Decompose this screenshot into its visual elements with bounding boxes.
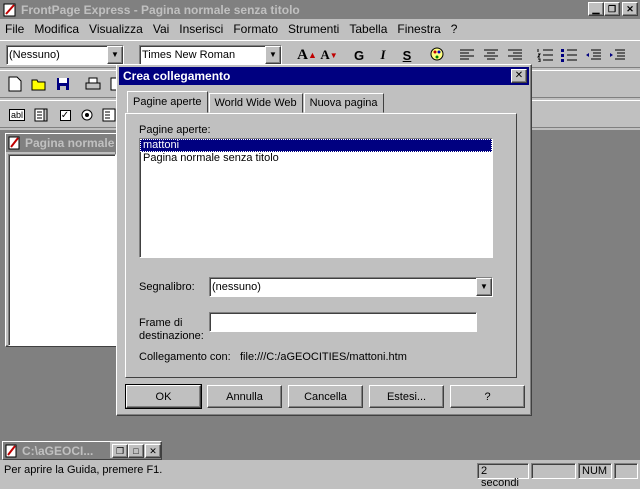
style-combo[interactable]: (Nessuno) ▼ [6,45,124,65]
app-titlebar: FrontPage Express - Pagina normale senza… [0,0,640,19]
help-button[interactable]: ? [450,385,525,408]
bold-icon[interactable]: G [348,44,370,66]
increase-font-icon[interactable]: A ▲ [296,44,318,66]
checkbox-field-icon[interactable]: ✓ [54,104,76,126]
decrease-indent-icon[interactable] [582,44,604,66]
bookmark-combo-value: (nessuno) [212,281,261,293]
align-right-icon[interactable] [504,44,526,66]
menu-tabella[interactable]: Tabella [344,22,392,36]
target-frame-input[interactable] [209,312,477,332]
page-icon [5,444,17,457]
menu-finestra[interactable]: Finestra [392,22,445,36]
bullet-list-icon[interactable] [558,44,580,66]
text-color-icon[interactable] [426,44,448,66]
list-item[interactable]: mattoni [140,139,492,152]
frontpage-app-icon [3,3,16,16]
menu-modifica[interactable]: Modifica [29,22,84,36]
status-help-text: Per aprire la Guida, premere F1. [4,464,163,476]
align-center-icon[interactable] [480,44,502,66]
target-frame-label-line1: Frame di [139,317,183,329]
dialog-close-button[interactable]: ✕ [511,69,527,83]
create-link-dialog: Crea collegamento ✕ Pagine aperte World … [116,64,532,416]
clear-button[interactable]: Cancella [288,385,363,408]
maximize-button[interactable]: □ [128,443,144,458]
minimize-button[interactable]: ▁ [588,2,604,16]
menu-strumenti[interactable]: Strumenti [283,22,344,36]
status-empty-cell [614,463,638,479]
cancel-button[interactable]: Annulla [207,385,282,408]
page-icon [8,136,20,150]
menu-file[interactable]: File [0,22,29,36]
restore-button[interactable]: ❐ [112,443,128,458]
menu-vai[interactable]: Vai [148,22,174,36]
decrease-font-icon[interactable]: A ▼ [318,44,340,66]
open-pages-label: Pagine aperte: [139,124,211,136]
restore-button[interactable]: ❐ [604,2,620,16]
font-combo-value: Times New Roman [142,49,236,61]
scrolling-textbox-icon[interactable] [30,104,52,126]
italic-icon[interactable]: I [372,44,394,66]
underline-icon[interactable]: S [396,44,418,66]
minimized-window-title: C:\aGEOCI... [22,443,94,458]
menu-formato[interactable]: Formato [228,22,283,36]
bookmark-combo[interactable]: (nessuno) ▼ [209,277,493,297]
align-left-icon[interactable] [456,44,478,66]
save-icon[interactable] [52,73,74,95]
link-url-value: file:///C:/aGEOCITIES/mattoni.htm [240,351,407,363]
textbox-field-icon[interactable]: abl [6,104,28,126]
status-bar: Per aprire la Guida, premere F1. 2 secon… [0,462,640,489]
status-num: NUM [578,463,612,479]
new-page-icon[interactable] [4,73,26,95]
tab-world-wide-web[interactable]: World Wide Web [208,93,303,113]
chevron-down-icon[interactable]: ▼ [265,46,281,64]
chevron-down-icon[interactable]: ▼ [476,278,492,296]
minimized-window[interactable]: C:\aGEOCI... ❐ □ ✕ [2,441,162,460]
dialog-title: Crea collegamento [119,67,529,85]
print-icon[interactable] [82,73,104,95]
tab-new-page[interactable]: Nuova pagina [303,93,384,113]
menu-inserisci[interactable]: Inserisci [174,22,228,36]
minimized-window-titlebar[interactable]: C:\aGEOCI... [3,442,110,459]
numbered-list-icon[interactable] [534,44,556,66]
style-combo-value: (Nessuno) [9,49,60,61]
link-to-label: Collegamento con: [139,351,231,363]
extended-button[interactable]: Estesi... [369,385,444,408]
app-title: FrontPage Express - Pagina normale senza… [21,2,300,17]
document-window-title: Pagina normale [25,136,115,150]
status-empty-cell [531,463,576,479]
tab-open-pages[interactable]: Pagine aperte [127,91,208,113]
chevron-down-icon[interactable]: ▼ [107,46,123,64]
radio-field-icon[interactable] [76,104,98,126]
status-load-time: 2 secondi [477,463,529,489]
open-pages-list[interactable]: mattoni Pagina normale senza titolo [139,138,493,258]
open-folder-icon[interactable] [28,73,50,95]
menu-bar: File Modifica Visualizza Vai Inserisci F… [0,19,640,38]
document-window: Pagina normale [5,133,117,347]
menu-visualizza[interactable]: Visualizza [84,22,148,36]
menu-help[interactable]: ? [446,22,463,36]
ok-button[interactable]: OK [125,384,202,409]
document-editor-area[interactable] [8,154,116,346]
document-window-titlebar: Pagina normale [6,134,116,152]
target-frame-label-line2: destinazione: [139,330,204,342]
close-button[interactable]: ✕ [145,443,161,458]
dialog-tabs: Pagine aperte World Wide Web Nuova pagin… [127,91,385,113]
increase-indent-icon[interactable] [606,44,628,66]
font-combo[interactable]: Times New Roman ▼ [139,45,282,65]
list-item[interactable]: Pagina normale senza titolo [140,152,492,165]
bookmark-label: Segnalibro: [139,281,195,293]
close-button[interactable]: ✕ [622,2,638,16]
